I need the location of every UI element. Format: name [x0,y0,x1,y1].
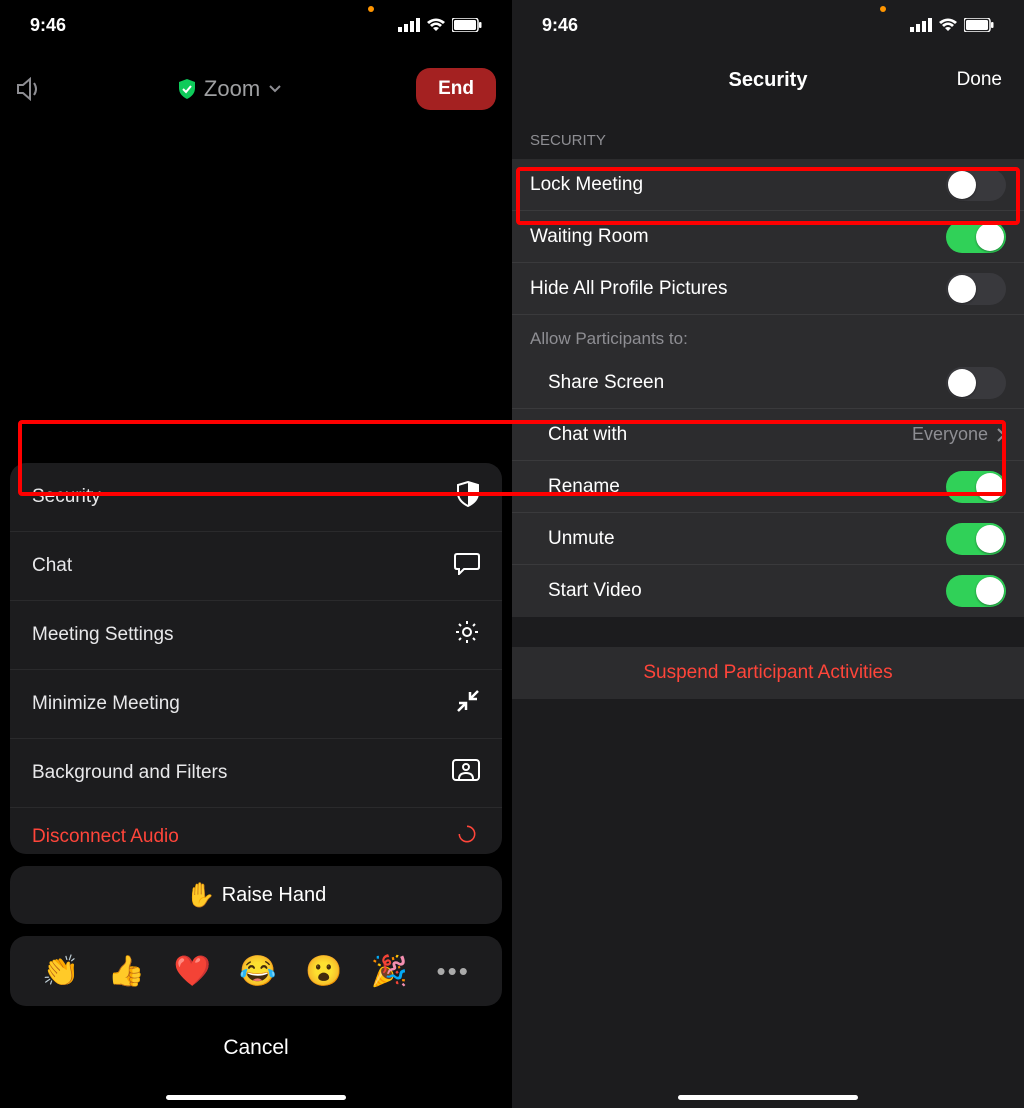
section-header-security: SECURITY [512,110,1024,159]
done-button[interactable]: Done [957,69,1002,91]
menu-label: Minimize Meeting [32,693,180,715]
more-actions-sheet: Security Chat Meeting Settings Minimize … [10,463,502,1078]
row-waiting-room[interactable]: Waiting Room [512,211,1024,263]
battery-icon [964,18,994,32]
security-toggles-group: Lock Meeting Waiting Room Hide All Profi… [512,159,1024,617]
reaction-clap[interactable]: 👏 [42,954,79,989]
row-label: Rename [548,476,620,498]
meeting-title[interactable]: Zoom [178,76,282,102]
row-label: Hide All Profile Pictures [530,278,727,300]
menu-label: Chat [32,555,72,577]
menu-item-chat[interactable]: Chat [10,532,502,601]
person-frame-icon [452,759,480,787]
chat-bubble-icon [454,551,480,581]
shield-check-icon [178,79,196,99]
screen-security-settings: 9:46 Security Done SECURITY Lock Meeting… [512,0,1024,1108]
toggle-rename[interactable] [946,471,1006,503]
row-rename[interactable]: Rename [512,461,1024,513]
row-share-screen[interactable]: Share Screen [512,357,1024,409]
chevron-down-icon [268,84,282,94]
row-unmute[interactable]: Unmute [512,513,1024,565]
reaction-thumbs-up[interactable]: 👍 [108,954,145,989]
menu-label: Disconnect Audio [32,826,179,848]
audio-disconnect-icon [454,824,480,850]
menu-item-security[interactable]: Security [10,463,502,532]
speaker-icon[interactable] [16,77,44,101]
menu-item-disconnect-audio[interactable]: Disconnect Audio [10,808,502,854]
page-title: Security [729,69,808,92]
toggle-start-video[interactable] [946,575,1006,607]
gear-icon [454,619,480,651]
home-indicator[interactable] [678,1095,858,1100]
raise-hand-label: Raise Hand [222,884,327,907]
zoom-meeting-header: Zoom End [0,50,512,128]
wifi-icon [426,18,446,32]
row-hide-profile-pictures[interactable]: Hide All Profile Pictures [512,263,1024,315]
more-menu-list: Security Chat Meeting Settings Minimize … [10,463,502,854]
row-label: Unmute [548,528,615,550]
reaction-wow[interactable]: 😮 [305,954,342,989]
recording-indicator-dot [368,6,374,12]
row-lock-meeting[interactable]: Lock Meeting [512,159,1024,211]
cellular-icon [910,18,932,32]
status-time: 9:46 [542,15,578,36]
row-label: Chat with [548,424,627,446]
chat-with-value: Everyone [912,424,988,445]
menu-label: Background and Filters [32,762,227,784]
reaction-party[interactable]: 🎉 [371,954,408,989]
status-time: 9:46 [30,15,66,36]
row-label: Share Screen [548,372,664,394]
menu-item-background-filters[interactable]: Background and Filters [10,739,502,808]
reaction-laugh[interactable]: 😂 [239,954,276,989]
status-bar: 9:46 [512,0,1024,50]
chevron-right-icon [996,427,1006,443]
toggle-lock-meeting[interactable] [946,169,1006,201]
minimize-icon [456,689,480,719]
menu-label: Meeting Settings [32,624,174,646]
toggle-waiting-room[interactable] [946,221,1006,253]
battery-icon [452,18,482,32]
row-label: Start Video [548,580,642,602]
menu-label: Security [32,486,101,508]
reaction-heart[interactable]: ❤️ [174,954,211,989]
toggle-hide-pictures[interactable] [946,273,1006,305]
row-start-video[interactable]: Start Video [512,565,1024,617]
meeting-title-text: Zoom [204,76,260,102]
status-bar: 9:46 [0,0,512,50]
raised-hand-icon: ✋ [186,881,216,910]
menu-item-meeting-settings[interactable]: Meeting Settings [10,601,502,670]
reactions-more-icon[interactable]: ••• [436,956,469,987]
row-label: Lock Meeting [530,174,643,196]
cancel-button[interactable]: Cancel [10,1018,502,1078]
reactions-bar: 👏 👍 ❤️ 😂 😮 🎉 ••• [10,936,502,1006]
allow-participants-label: Allow Participants to: [512,315,1024,357]
screen-zoom-more-menu: 9:46 Zoom End Security Chat [0,0,512,1108]
status-indicators [398,18,482,32]
row-chat-with[interactable]: Chat with Everyone [512,409,1024,461]
toggle-unmute[interactable] [946,523,1006,555]
row-label: Waiting Room [530,226,649,248]
wifi-icon [938,18,958,32]
toggle-share-screen[interactable] [946,367,1006,399]
recording-indicator-dot [880,6,886,12]
suspend-activities-button[interactable]: Suspend Participant Activities [512,647,1024,699]
shield-icon [456,481,480,513]
menu-item-minimize[interactable]: Minimize Meeting [10,670,502,739]
security-header: Security Done [512,50,1024,110]
cellular-icon [398,18,420,32]
home-indicator[interactable] [166,1095,346,1100]
status-indicators [910,18,994,32]
raise-hand-button[interactable]: ✋ Raise Hand [10,866,502,924]
end-meeting-button[interactable]: End [416,68,496,110]
